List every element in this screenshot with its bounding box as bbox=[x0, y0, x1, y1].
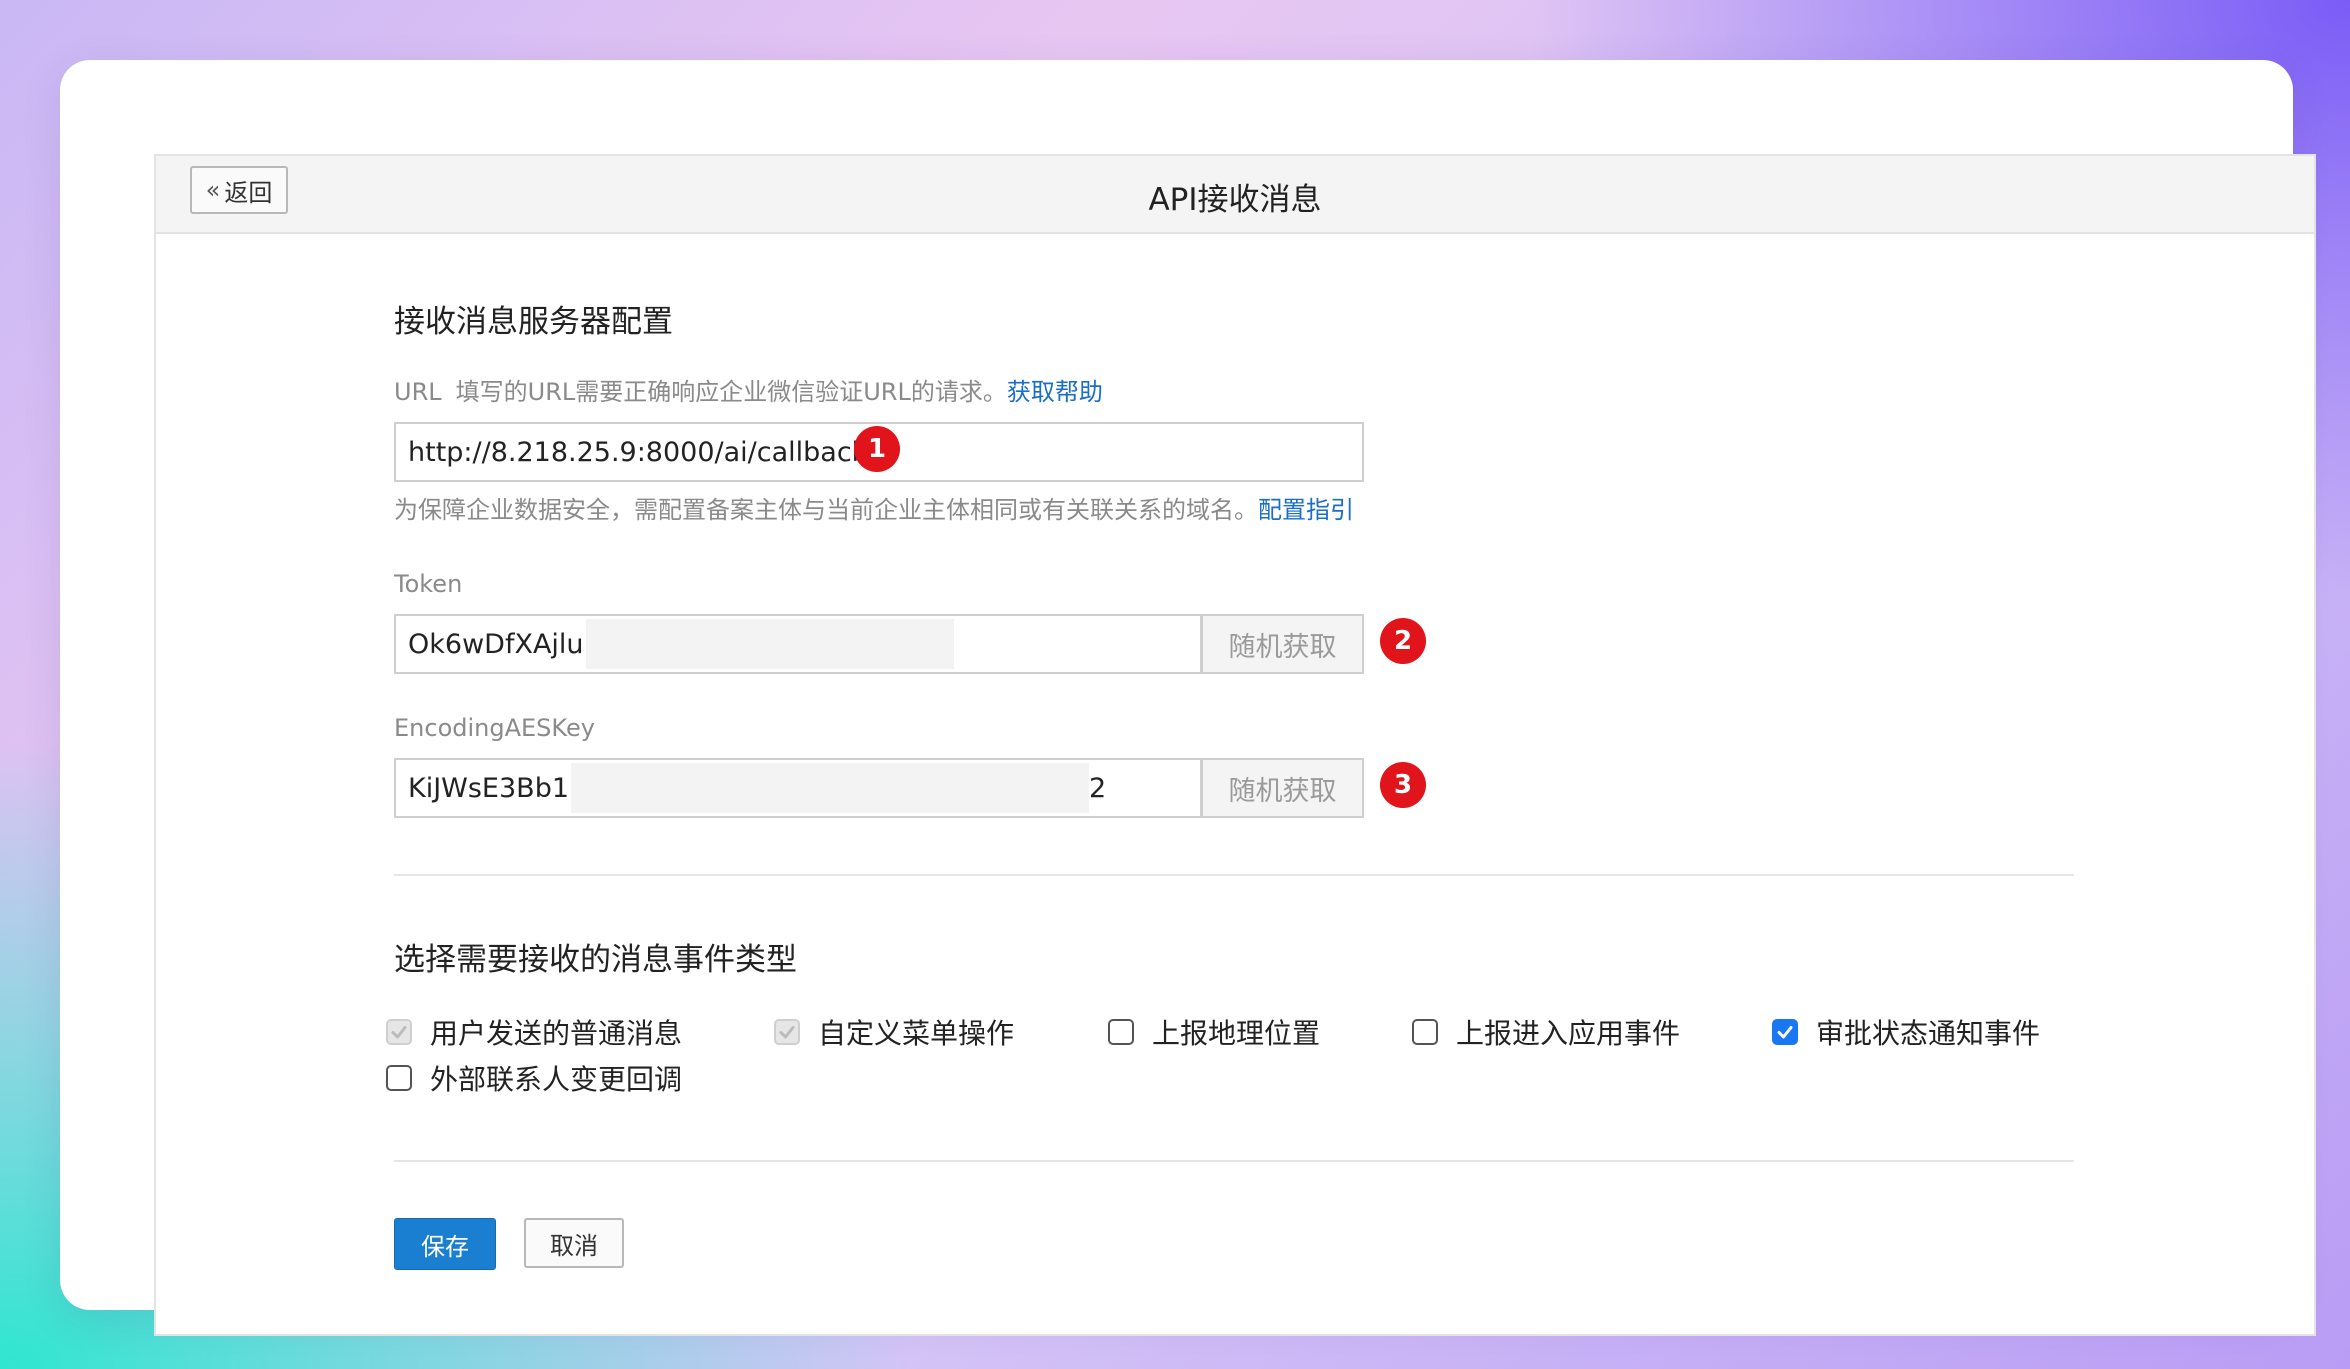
checkbox[interactable] bbox=[1108, 1019, 1134, 1045]
event-option[interactable]: 审批状态通知事件 bbox=[1772, 1012, 2040, 1052]
event-label: 审批状态通知事件 bbox=[1816, 1017, 2041, 1050]
url-label: URL bbox=[394, 378, 442, 406]
url-hint-row: 为保障企业数据安全，需配置备案主体与当前企业主体相同或有关联关系的域名。配置指引 bbox=[394, 490, 1354, 525]
token-value: Ok6wDfXAjlu bbox=[408, 628, 584, 660]
aes-key-random-button[interactable]: 随机获取 bbox=[1201, 758, 1364, 818]
domain-hint: 为保障企业数据安全，需配置备案主体与当前企业主体相同或有关联关系的域名。 bbox=[394, 496, 1258, 524]
event-option[interactable]: 上报地理位置 bbox=[1108, 1012, 1320, 1052]
save-button[interactable]: 保存 bbox=[394, 1218, 496, 1270]
check-icon bbox=[391, 1026, 407, 1039]
section-divider bbox=[394, 874, 2074, 876]
token-random-button[interactable]: 随机获取 bbox=[1201, 614, 1364, 674]
badge-1: 1 bbox=[854, 426, 900, 472]
checkbox[interactable] bbox=[1772, 1019, 1798, 1045]
event-label: 外部联系人变更回调 bbox=[430, 1063, 683, 1096]
event-option[interactable]: 外部联系人变更回调 bbox=[386, 1058, 682, 1098]
page-title: API接收消息 bbox=[1148, 182, 1322, 218]
aes-key-redaction bbox=[571, 763, 1090, 813]
token-redaction bbox=[585, 619, 954, 669]
aes-key-tail: 2 bbox=[1089, 772, 1107, 804]
panel-header: « 返回 API接收消息 bbox=[156, 156, 2314, 234]
event-label: 上报进入应用事件 bbox=[1456, 1017, 1681, 1050]
config-guide-link[interactable]: 配置指引 bbox=[1258, 496, 1354, 524]
check-icon bbox=[779, 1026, 795, 1039]
check-icon bbox=[1777, 1026, 1793, 1039]
aes-key-value: KiJWsE3Bb1 bbox=[408, 772, 570, 804]
help-link[interactable]: 获取帮助 bbox=[1007, 378, 1103, 406]
actions-divider bbox=[394, 1160, 2074, 1162]
event-option[interactable]: 上报进入应用事件 bbox=[1412, 1012, 1680, 1052]
server-config-title: 接收消息服务器配置 bbox=[394, 304, 673, 340]
event-option[interactable]: 用户发送的普通消息 bbox=[386, 1012, 682, 1052]
url-label-row: URL 填写的URL需要正确响应企业微信验证URL的请求。获取帮助 bbox=[394, 372, 1103, 407]
checkbox[interactable] bbox=[1412, 1019, 1438, 1045]
events-title: 选择需要接收的消息事件类型 bbox=[394, 942, 797, 978]
event-option[interactable]: 自定义菜单操作 bbox=[774, 1012, 1014, 1052]
checkbox[interactable] bbox=[774, 1019, 800, 1045]
aes-key-label: EncodingAESKey bbox=[394, 714, 595, 742]
aes-key-input[interactable]: KiJWsE3Bb1 2 bbox=[394, 758, 1202, 818]
badge-3: 3 bbox=[1380, 762, 1426, 808]
url-description: 填写的URL需要正确响应企业微信验证URL的请求。 bbox=[455, 378, 1007, 406]
config-panel: « 返回 API接收消息 接收消息服务器配置 URL 填写的URL需要正确响应企业… bbox=[154, 154, 2316, 1336]
cancel-button[interactable]: 取消 bbox=[524, 1218, 624, 1268]
checkbox[interactable] bbox=[386, 1065, 412, 1091]
badge-2: 2 bbox=[1380, 618, 1426, 664]
checkbox[interactable] bbox=[386, 1019, 412, 1045]
window-card: « 返回 API接收消息 接收消息服务器配置 URL 填写的URL需要正确响应企业… bbox=[60, 60, 2316, 1336]
url-value: http://8.218.25.9:8000/ai/callback bbox=[408, 436, 868, 468]
event-label: 自定义菜单操作 bbox=[818, 1017, 1015, 1050]
event-label: 上报地理位置 bbox=[1152, 1017, 1321, 1050]
token-label: Token bbox=[394, 570, 463, 598]
token-input[interactable]: Ok6wDfXAjlu bbox=[394, 614, 1202, 674]
event-label: 用户发送的普通消息 bbox=[430, 1017, 683, 1050]
